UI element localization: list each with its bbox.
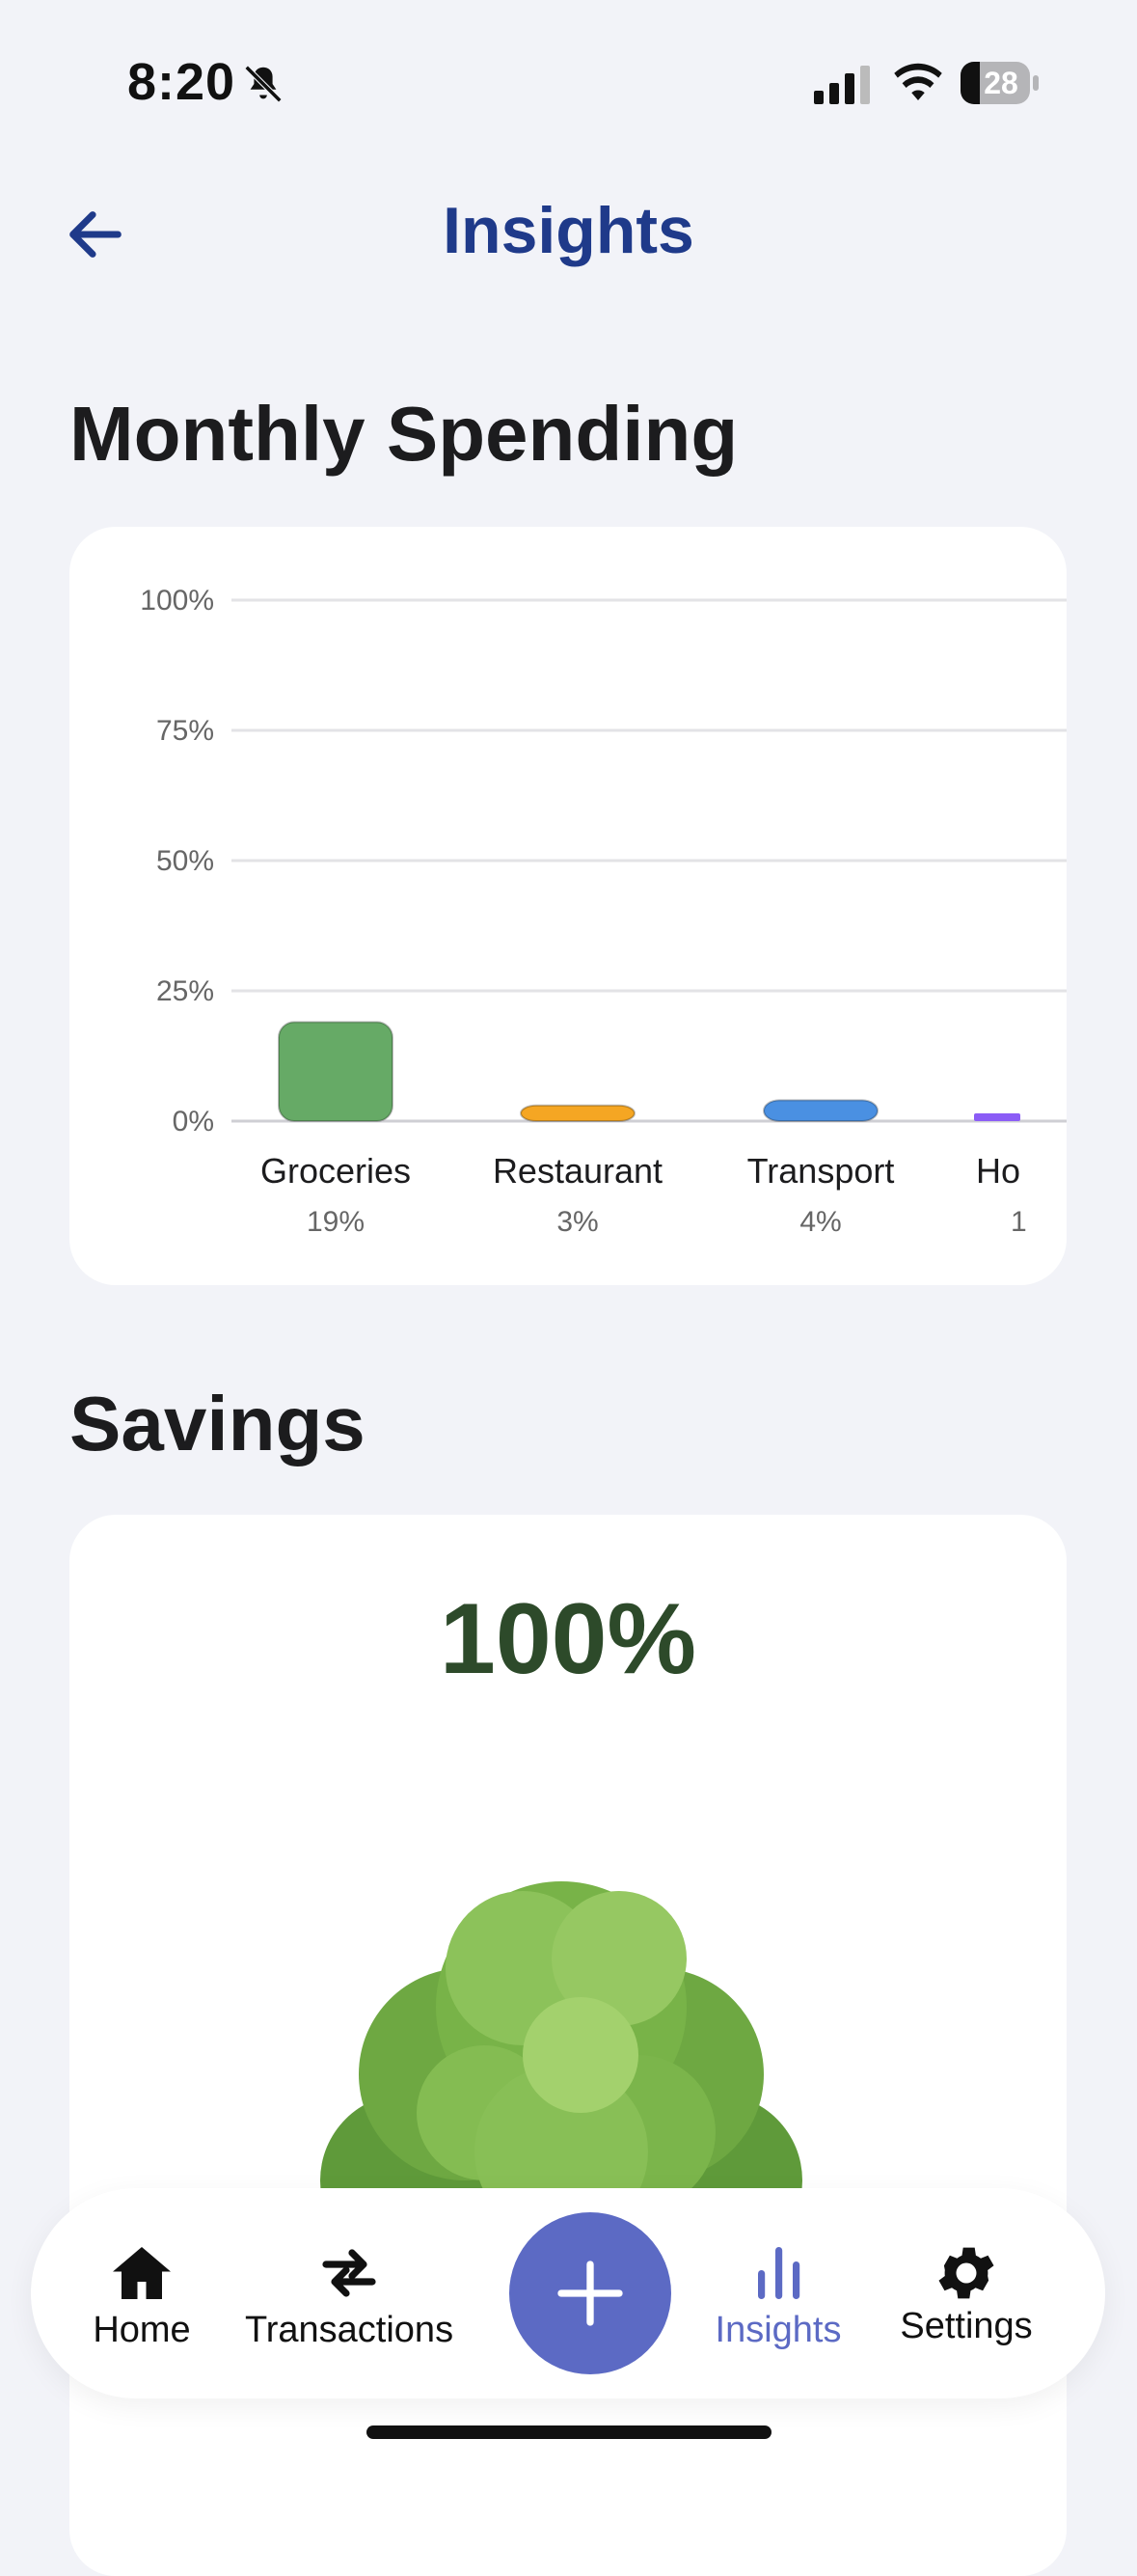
bar-groceries[interactable] xyxy=(278,1021,393,1123)
bar-transport[interactable] xyxy=(763,1099,879,1123)
y-tick-label: 25% xyxy=(156,975,214,1007)
nav-home-label: Home xyxy=(93,2310,191,2350)
y-tick-label: 50% xyxy=(156,845,214,877)
signal-icon xyxy=(814,66,870,104)
spending-chart-card: 100% 75% 50% 25% 0% Groceries 19% Restaurant 3% T… xyxy=(69,527,1067,1285)
nav-home[interactable]: Home xyxy=(50,2188,233,2398)
nav-transactions[interactable]: Transactions xyxy=(233,2188,465,2398)
status-time: 8:20 xyxy=(127,53,236,111)
home-indicator xyxy=(366,2425,772,2439)
y-tick-label: 75% xyxy=(156,715,214,747)
bar-chart-icon xyxy=(758,2247,800,2299)
spending-bar-chart: 100% 75% 50% 25% 0% Groceries 19% Restaurant 3% T… xyxy=(140,585,1067,1238)
bar-ho[interactable] xyxy=(974,1113,1020,1121)
savings-title: Savings xyxy=(69,1381,365,1466)
page-title: Insights xyxy=(443,194,694,267)
home-icon xyxy=(113,2247,171,2299)
nav-transactions-label: Transactions xyxy=(244,2310,454,2350)
plus-icon xyxy=(557,2261,623,2326)
savings-percent: 100% xyxy=(440,1583,696,1695)
y-tick-label: 0% xyxy=(173,1106,214,1137)
category-label: Groceries xyxy=(260,1151,411,1191)
gear-icon xyxy=(938,2247,994,2299)
category-label: Transport xyxy=(747,1151,895,1191)
battery-level: 28 xyxy=(984,66,1018,100)
nav-settings-label: Settings xyxy=(900,2306,1033,2346)
value-label: 19% xyxy=(307,1206,365,1238)
transfer-icon xyxy=(322,2249,376,2297)
bar-restaurant[interactable] xyxy=(520,1104,636,1122)
y-tick-label: 100% xyxy=(140,585,214,617)
value-label: 4% xyxy=(799,1206,841,1238)
savings-card: 100% xyxy=(69,1515,1067,2576)
monthly-spending-title: Monthly Spending xyxy=(69,391,739,477)
category-label: Restaurant xyxy=(493,1151,663,1191)
bell-off-icon xyxy=(244,65,283,103)
add-transaction-button[interactable] xyxy=(509,2212,671,2374)
value-label: 1 xyxy=(1011,1206,1027,1238)
wifi-icon xyxy=(894,63,942,100)
nav-insights[interactable]: Insights xyxy=(687,2188,870,2398)
nav-settings[interactable]: Settings xyxy=(870,2188,1063,2398)
nav-insights-label: Insights xyxy=(715,2310,842,2350)
category-label: Ho xyxy=(976,1151,1020,1191)
value-label: 3% xyxy=(556,1206,598,1238)
